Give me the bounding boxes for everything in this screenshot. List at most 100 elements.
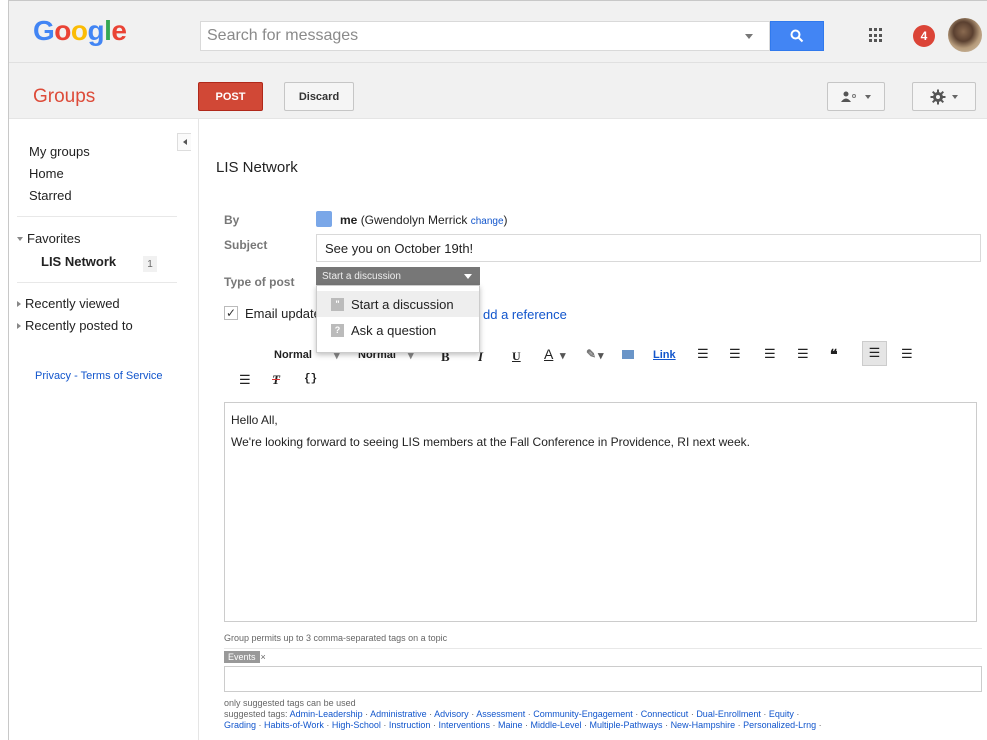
suggested-tag[interactable]: Maine xyxy=(498,720,523,730)
align-center-icon[interactable]: ☰ xyxy=(901,346,913,362)
quote-icon[interactable]: ❝ xyxy=(830,346,838,363)
gear-icon xyxy=(930,89,946,104)
text-color-button[interactable]: A xyxy=(544,346,553,362)
option-ask-question[interactable]: ? Ask a question xyxy=(317,317,479,343)
tags-only-note: only suggested tags can be used xyxy=(224,698,356,708)
by-label: By xyxy=(224,213,240,227)
top-bar: Google 4 xyxy=(9,1,987,63)
post-type-dropdown: " Start a discussion ? Ask a question xyxy=(316,285,480,353)
google-logo[interactable]: Google xyxy=(33,15,127,47)
current-tags: Events × xyxy=(224,648,982,665)
app-title[interactable]: Groups xyxy=(33,86,95,108)
suggested-tag[interactable]: Personalized-Lrng xyxy=(743,720,816,730)
indent-less-icon[interactable]: ☰ xyxy=(797,346,809,362)
indent-more-icon[interactable]: ☰ xyxy=(764,346,776,362)
subject-field[interactable]: See you on October 19th! xyxy=(316,234,981,262)
underline-button[interactable]: U xyxy=(512,349,521,364)
sidebar-item-recently-viewed[interactable]: Recently viewed xyxy=(17,293,133,315)
app-window: Google 4 Groups POST Discard xyxy=(8,0,987,740)
collapse-left-icon xyxy=(182,139,187,145)
remove-tag-icon[interactable]: × xyxy=(261,652,266,662)
email-updates-label: Email update xyxy=(245,306,321,321)
suggested-tag[interactable]: Assessment xyxy=(476,709,525,719)
privacy-terms-link[interactable]: Privacy - Terms of Service xyxy=(35,370,163,382)
suggested-tag[interactable]: Habits-of-Work xyxy=(264,720,324,730)
members-button[interactable] xyxy=(827,82,885,111)
apps-grid-icon[interactable] xyxy=(869,28,884,43)
suggested-tag[interactable]: Connecticut xyxy=(641,709,689,719)
chevron-down-icon: ▾ xyxy=(598,350,604,362)
message-body-editor[interactable]: Hello All, We're looking forward to seei… xyxy=(224,402,977,622)
type-label: Type of post xyxy=(224,275,295,289)
action-bar: Groups POST Discard xyxy=(9,63,987,119)
change-author-link[interactable]: change xyxy=(471,216,504,227)
tag-input[interactable] xyxy=(224,666,982,692)
suggested-tag[interactable]: Equity xyxy=(769,709,794,719)
tags-permit-note: Group permits up to 3 comma-separated ta… xyxy=(224,633,448,643)
body-line: We're looking forward to seeing LIS memb… xyxy=(231,435,750,449)
link-button[interactable]: Link xyxy=(653,349,676,361)
chevron-down-icon xyxy=(464,274,472,279)
suggested-tag[interactable]: Administrative xyxy=(370,709,427,719)
suggested-tag[interactable]: Instruction xyxy=(389,720,431,730)
suggested-tag[interactable]: Community-Engagement xyxy=(533,709,633,719)
suggested-tag[interactable]: Advisory xyxy=(434,709,469,719)
sidebar-item-my-groups[interactable]: My groups xyxy=(29,141,90,163)
align-left-icon[interactable]: ☰ xyxy=(862,341,887,366)
avatar[interactable] xyxy=(948,18,982,52)
suggested-tag[interactable]: Middle-Level xyxy=(531,720,582,730)
sidebar-item-home[interactable]: Home xyxy=(29,163,90,185)
email-updates-checkbox[interactable]: ✓ xyxy=(224,306,238,320)
post-type-select[interactable]: Start a discussion xyxy=(316,267,480,285)
bulleted-list-icon[interactable]: ☰ xyxy=(729,346,741,362)
compose-panel: LIS Network By me (Gwendolyn Merrick cha… xyxy=(200,119,987,740)
chevron-down-icon xyxy=(952,94,958,99)
search-icon xyxy=(790,29,804,43)
sidebar: My groups Home Starred Favorites LIS Net… xyxy=(9,119,199,740)
search-button[interactable] xyxy=(770,21,824,51)
sidebar-recent-nav: Recently viewed Recently posted to xyxy=(17,293,133,337)
option-start-discussion[interactable]: " Start a discussion xyxy=(317,291,479,317)
post-button[interactable]: POST xyxy=(198,82,263,111)
members-icon xyxy=(841,91,856,102)
discard-button[interactable]: Discard xyxy=(284,82,354,111)
divider xyxy=(17,282,177,283)
suggested-tag[interactable]: High-School xyxy=(332,720,381,730)
subject-label: Subject xyxy=(224,238,268,252)
numbered-list-icon[interactable]: ☰ xyxy=(697,346,709,362)
search-input[interactable] xyxy=(201,22,721,50)
align-right-icon[interactable]: ☰ xyxy=(239,372,251,388)
highlight-icon[interactable]: ✎ xyxy=(586,347,596,361)
suggested-tag[interactable]: Grading xyxy=(224,720,256,730)
collapse-sidebar-button[interactable] xyxy=(177,133,191,151)
question-icon: ? xyxy=(331,323,344,337)
notification-badge[interactable]: 4 xyxy=(913,25,935,47)
unread-count-badge: 1 xyxy=(143,256,157,272)
divider xyxy=(17,216,177,217)
font-family-select[interactable]: Normal xyxy=(274,349,312,361)
discussion-icon: " xyxy=(331,297,344,311)
sidebar-item-lis-network[interactable]: LIS Network xyxy=(41,254,116,269)
sidebar-item-recently-posted[interactable]: Recently posted to xyxy=(17,315,133,337)
suggested-tag[interactable]: Interventions xyxy=(438,720,490,730)
add-reference-link[interactable]: dd a reference xyxy=(483,307,567,322)
suggested-tag[interactable]: Dual-Enrollment xyxy=(696,709,761,719)
body-line: Hello All, xyxy=(231,413,278,427)
chevron-down-icon xyxy=(865,94,871,99)
settings-button[interactable] xyxy=(912,82,976,111)
suggested-tag[interactable]: New-Hampshire xyxy=(671,720,736,730)
group-name: LIS Network xyxy=(216,159,298,176)
suggested-tag[interactable]: Admin-Leadership xyxy=(290,709,363,719)
suggested-tags: suggested tags: Admin-Leadership · Admin… xyxy=(224,709,822,730)
tag-chip: Events xyxy=(224,651,260,663)
search-options-caret-icon[interactable] xyxy=(745,34,753,39)
image-icon[interactable] xyxy=(622,350,634,359)
suggested-tag[interactable]: Multiple-Pathways xyxy=(590,720,663,730)
code-button[interactable]: {} xyxy=(304,373,317,385)
sidebar-item-starred[interactable]: Starred xyxy=(29,185,90,207)
chevron-down-icon: ▾ xyxy=(560,350,566,362)
expand-down-icon xyxy=(17,236,23,241)
sidebar-favorites-header[interactable]: Favorites xyxy=(17,228,82,250)
remove-format-button[interactable]: T xyxy=(272,372,280,388)
expand-right-icon xyxy=(17,322,21,329)
